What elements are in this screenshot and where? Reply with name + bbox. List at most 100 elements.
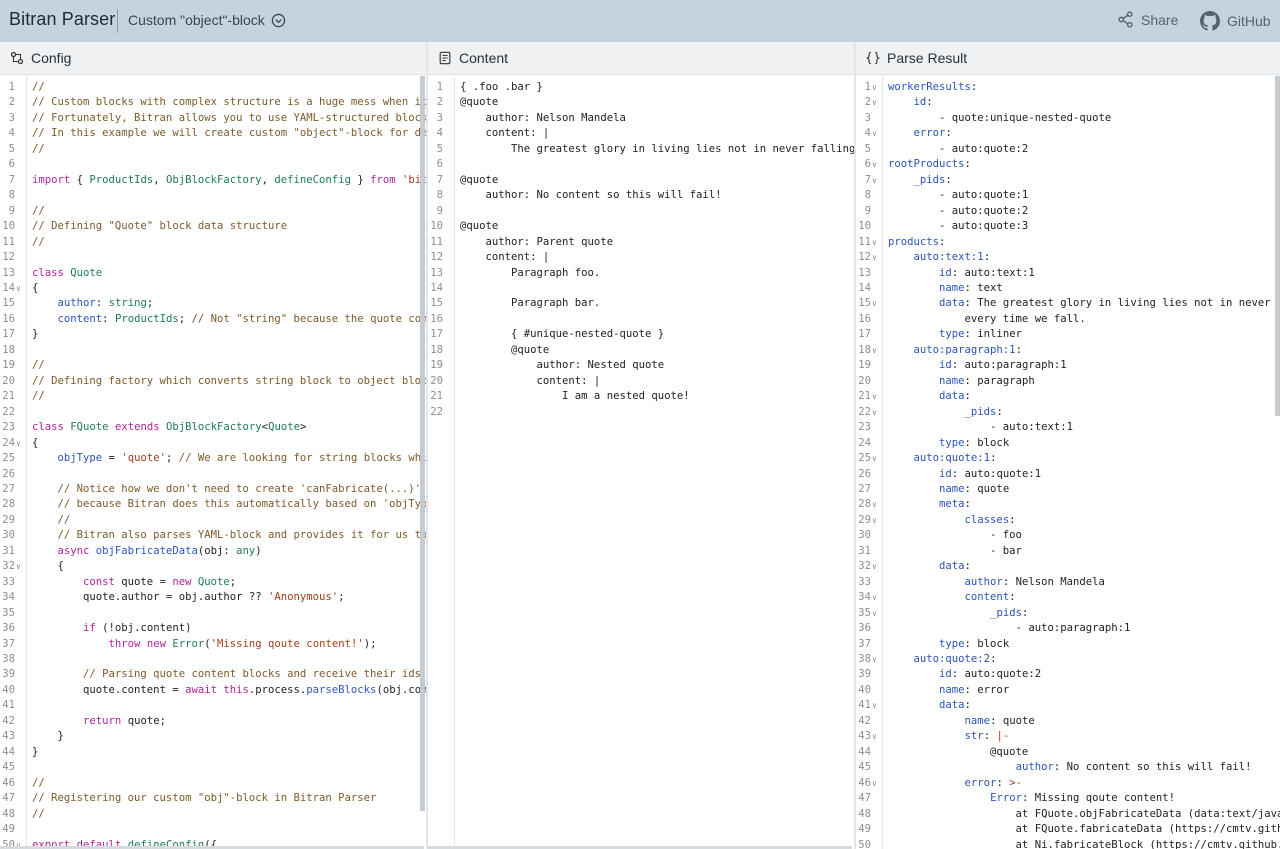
fold-chevron-icon[interactable]: ∨ <box>872 250 877 265</box>
document-icon <box>438 51 452 65</box>
code-text: { #unique-nested-quote } <box>460 328 665 341</box>
line-number: 3 <box>864 111 871 124</box>
code-text: } <box>32 328 39 341</box>
fold-chevron-icon[interactable]: ∨ <box>872 497 877 512</box>
content-line: 16 <box>428 312 854 327</box>
config-line: 48 // <box>0 807 426 822</box>
line-number: 2 <box>8 96 15 109</box>
config-line: 5 // <box>0 142 426 157</box>
fold-chevron-icon[interactable]: ∨ <box>872 513 877 528</box>
code-text: content: | <box>460 374 601 387</box>
fold-chevron-icon[interactable]: ∨ <box>872 698 877 713</box>
line-number: 6 <box>8 158 15 171</box>
result-line: 47 Error: Missing qoute content! <box>856 791 1280 806</box>
share-button[interactable]: Share <box>1117 11 1178 28</box>
line-number: 6 <box>436 158 443 171</box>
result-scrollbar[interactable] <box>1275 76 1280 416</box>
code-text: // Bitran also parses YAML-block and pro… <box>32 529 427 542</box>
result-line: 29 ∨ classes: <box>856 513 1280 528</box>
code-text: auto:quote:1: <box>913 452 997 465</box>
fold-chevron-icon[interactable]: ∨ <box>872 559 877 574</box>
config-scrollbar[interactable] <box>420 76 425 811</box>
line-number: 49 <box>2 823 15 836</box>
code-text: name: text <box>939 281 1003 294</box>
line-number: 6 <box>864 158 871 171</box>
line-number: 43 <box>2 730 15 743</box>
config-editor[interactable]: 1 // 2 // Custom blocks with complex struct… <box>0 76 426 849</box>
line-number: 45 <box>858 761 871 774</box>
result-panel: Parse Result 1 ∨ workerResults: 2 ∨ id: 3 - q… <box>856 42 1280 849</box>
content-line: 10 @quote <box>428 219 854 234</box>
result-line: 30 - foo <box>856 528 1280 543</box>
code-text: Paragraph foo. <box>460 266 601 279</box>
fold-chevron-icon[interactable]: ∨ <box>872 776 877 791</box>
code-text: rootProducts: <box>888 158 971 171</box>
content-line: 15 Paragraph bar. <box>428 296 854 311</box>
line-number: 3 <box>436 111 443 124</box>
line-number: 37 <box>858 637 871 650</box>
content-line: 8 author: No content so this will fail! <box>428 188 854 203</box>
fold-chevron-icon[interactable]: ∨ <box>16 281 21 296</box>
fold-chevron-icon[interactable]: ∨ <box>872 235 877 250</box>
result-line: 28 ∨ meta: <box>856 497 1280 512</box>
result-line: 45 author: No content so this will fail! <box>856 760 1280 775</box>
config-line: 47 // Registering our custom "obj"-block … <box>0 791 426 806</box>
fold-chevron-icon[interactable]: ∨ <box>872 126 877 141</box>
config-line: 12 <box>0 250 426 265</box>
content-line: 12 content: | <box>428 250 854 265</box>
fold-chevron-icon[interactable]: ∨ <box>872 389 877 404</box>
content-editor[interactable]: 1 { .foo .bar } 2 @quote 3 author: Nelson Ma… <box>428 76 854 849</box>
code-text: str: |- <box>964 730 1010 743</box>
fold-chevron-icon[interactable]: ∨ <box>16 559 21 574</box>
code-text: _pids: <box>964 405 1003 418</box>
github-link[interactable]: GitHub <box>1200 11 1271 31</box>
preset-selector[interactable]: Custom "object"-block <box>128 12 286 28</box>
code-text: - auto:quote:2 <box>888 142 1029 155</box>
content-line: 19 author: Nested quote <box>428 358 854 373</box>
line-number: 7 <box>436 173 443 186</box>
fold-chevron-icon[interactable]: ∨ <box>872 451 877 466</box>
code-text: // because Bitran does this automaticall… <box>32 498 427 511</box>
fold-chevron-icon[interactable]: ∨ <box>872 606 877 621</box>
result-viewer[interactable]: 1 ∨ workerResults: 2 ∨ id: 3 - quote:unique-n… <box>856 76 1280 849</box>
line-number: 24 <box>858 436 871 449</box>
content-line: 18 @quote <box>428 343 854 358</box>
fold-chevron-icon[interactable]: ∨ <box>872 296 877 311</box>
fold-chevron-icon[interactable]: ∨ <box>872 590 877 605</box>
code-text: - foo <box>888 529 1022 542</box>
line-number: 10 <box>430 220 443 233</box>
code-text: // <box>32 359 45 372</box>
content-panel-header: Content <box>428 42 854 75</box>
fold-chevron-icon[interactable]: ∨ <box>16 436 21 451</box>
fold-chevron-icon[interactable]: ∨ <box>872 343 877 358</box>
line-number: 18 <box>2 343 15 356</box>
fold-chevron-icon[interactable]: ∨ <box>872 652 877 667</box>
result-line: 41 ∨ data: <box>856 698 1280 713</box>
line-number: 41 <box>2 699 15 712</box>
code-text: content: ProductIds; // Not "string" bec… <box>57 312 426 325</box>
line-number: 25 <box>858 452 871 465</box>
fold-chevron-icon[interactable]: ∨ <box>872 95 877 110</box>
config-line: 28 // because Bitran does this automatic… <box>0 497 426 512</box>
config-line: 27 // Notice how we don't need to create… <box>0 482 426 497</box>
line-number: 8 <box>8 189 15 202</box>
line-number: 33 <box>858 575 871 588</box>
config-line: 49 <box>0 822 426 837</box>
code-text: class Quote <box>32 266 103 279</box>
fold-chevron-icon[interactable]: ∨ <box>872 405 877 420</box>
config-line: 39 // Parsing quote content blocks and r… <box>0 667 426 682</box>
fold-chevron-icon[interactable]: ∨ <box>872 729 877 744</box>
result-line: 12 ∨ auto:text:1: <box>856 250 1280 265</box>
config-panel: Config 1 // 2 // Custom blocks with complex… <box>0 42 426 849</box>
fold-chevron-icon[interactable]: ∨ <box>872 173 877 188</box>
result-line: 36 - auto:paragraph:1 <box>856 621 1280 636</box>
code-text: author: No content so this will fail! <box>1015 761 1252 774</box>
fold-chevron-icon[interactable]: ∨ <box>872 80 877 95</box>
code-text: - auto:quote:3 <box>888 220 1029 233</box>
config-line: 36 if (!obj.content) <box>0 621 426 636</box>
fold-chevron-icon[interactable]: ∨ <box>872 157 877 172</box>
line-number: 9 <box>436 204 443 217</box>
config-line: 24 ∨ { <box>0 436 426 451</box>
result-line: 14 name: text <box>856 281 1280 296</box>
code-text: author: Nested quote <box>460 359 665 372</box>
